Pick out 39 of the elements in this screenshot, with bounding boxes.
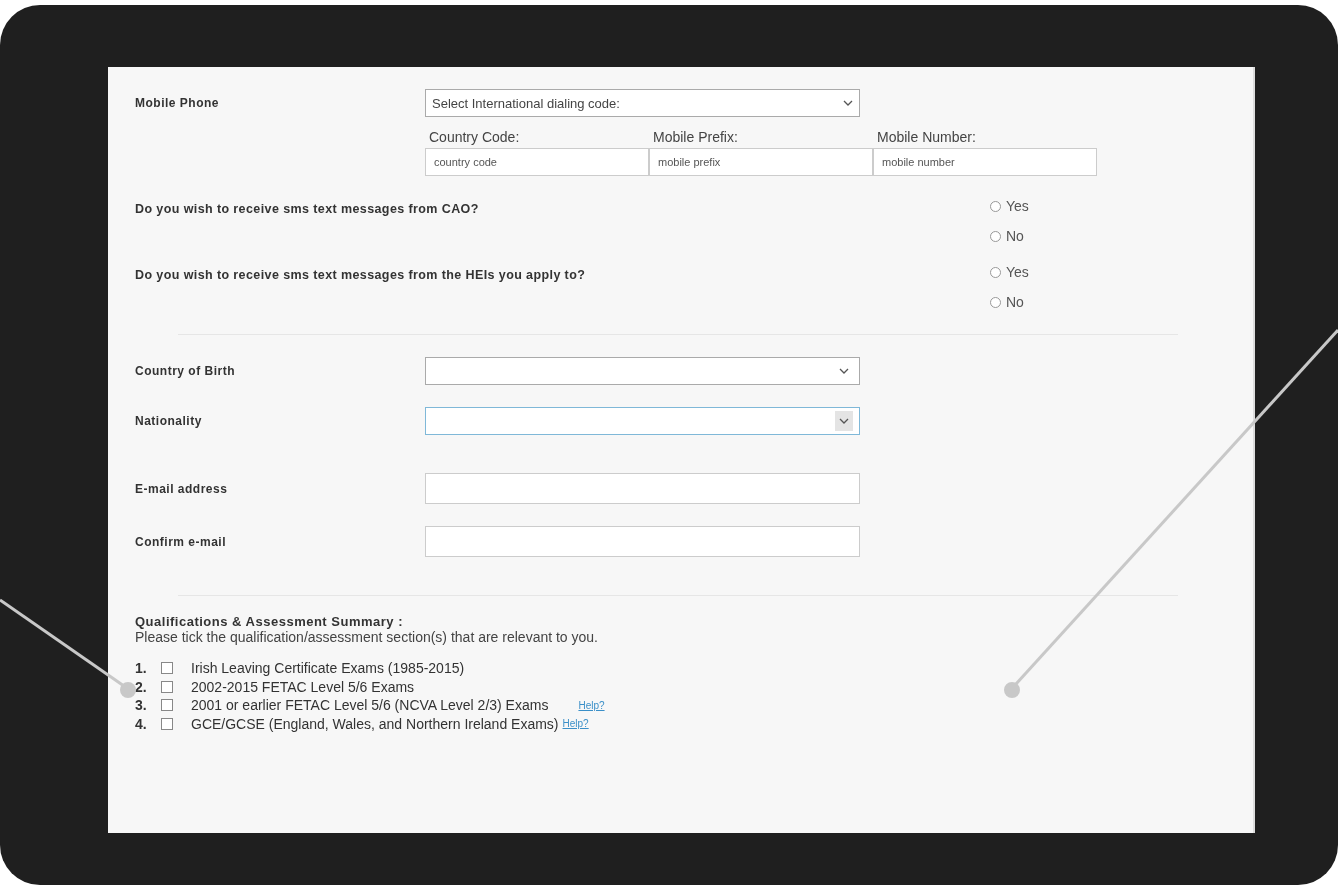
item-number: 1.	[135, 660, 148, 677]
caret-icon	[839, 418, 849, 424]
input-field[interactable]	[425, 473, 860, 504]
caret-icon	[839, 368, 849, 374]
item-number: 3.	[135, 697, 148, 714]
radio-option[interactable]: Yes	[990, 198, 1029, 214]
field-label: Country Code:	[429, 129, 521, 145]
field-label: E-mail address	[135, 481, 229, 496]
input-field[interactable]: mobile prefix	[649, 148, 873, 176]
radio-option[interactable]: No	[990, 294, 1029, 310]
caret-icon	[843, 100, 853, 106]
question-text: Do you wish to receive sms text messages from CAO?	[135, 201, 480, 218]
qualification-label: 2002-2015 FETAC Level 5/6 Exams	[191, 678, 415, 695]
input-field[interactable]: country code	[425, 148, 649, 176]
section-title: Qualifications & Assessment Summary :	[135, 614, 404, 629]
field-label: Mobile Number:	[877, 129, 977, 145]
checkbox[interactable]	[161, 662, 173, 675]
checkbox[interactable]	[161, 699, 173, 712]
input-field[interactable]: mobile number	[873, 148, 1097, 176]
qualification-label: 2001 or earlier FETAC Level 5/6 (NCVA Level 2/3) Exams	[191, 697, 549, 714]
input-field[interactable]	[425, 526, 860, 557]
instruction-text: Please tick the qualification/assessment section(s) that are relevant to you.	[135, 629, 599, 645]
item-number: 2.	[135, 678, 148, 695]
field-label: Nationality	[135, 414, 203, 428]
dialing-code-select[interactable]: Select International dialing code:	[425, 89, 860, 117]
dropdown-field[interactable]	[425, 357, 860, 385]
field-label: Mobile Phone	[135, 96, 220, 110]
field-label: Confirm e-mail	[135, 534, 227, 549]
field-label: Country of Birth	[135, 364, 236, 378]
field-label: Mobile Prefix:	[653, 129, 739, 145]
qualification-label: GCE/GCSE (England, Wales, and Northern Ireland Exams)	[191, 715, 559, 732]
checkbox[interactable]	[161, 717, 173, 730]
dropdown-field[interactable]	[425, 407, 860, 435]
radio-option[interactable]: No	[990, 228, 1029, 244]
checkbox[interactable]	[161, 680, 173, 693]
radio-option[interactable]: Yes	[990, 264, 1029, 280]
question-text: Do you wish to receive sms text messages from the HEIs you apply to?	[135, 267, 587, 284]
item-number: 4.	[135, 715, 148, 732]
qualification-label: Irish Leaving Certificate Exams (1985-2015)	[191, 660, 465, 677]
